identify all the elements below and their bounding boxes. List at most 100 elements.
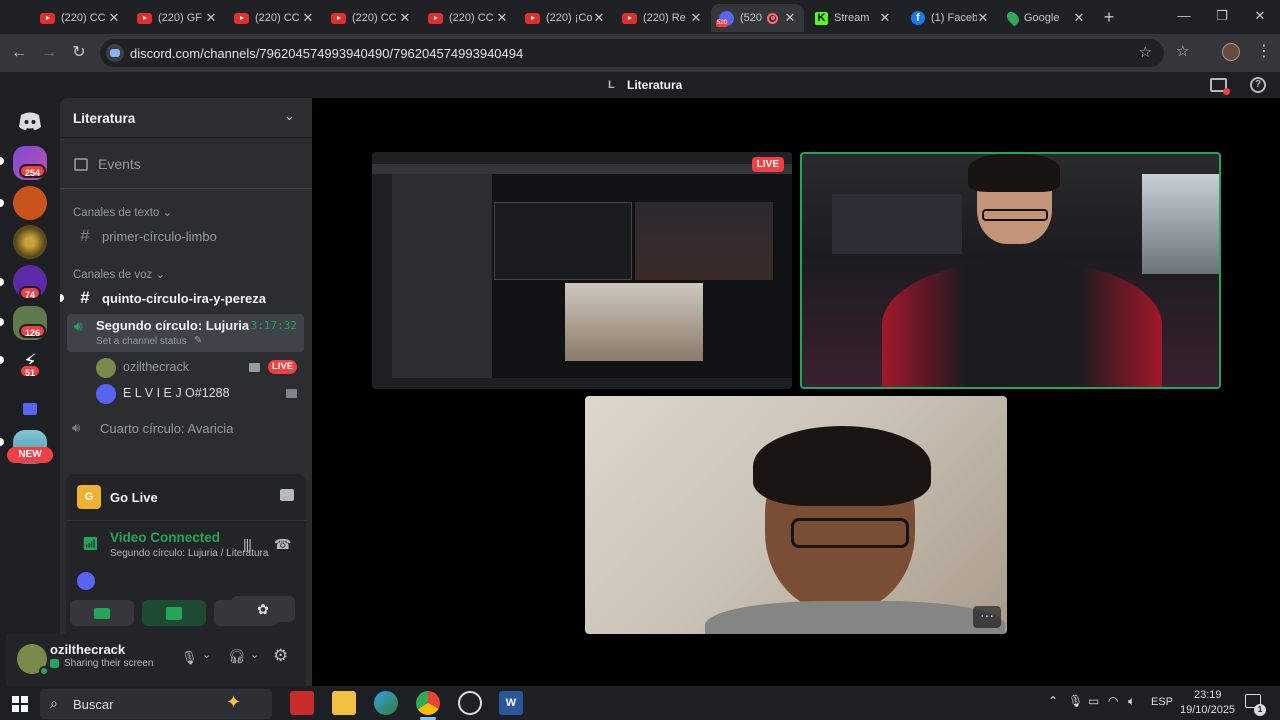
disconnect-icon[interactable]: ☎ [274, 536, 291, 553]
connection-signal-icon[interactable]: 📶︎ [82, 536, 99, 552]
browser-tab[interactable]: (220) CC ✕ [226, 4, 322, 32]
video-connected-label[interactable]: Video Connected [110, 530, 220, 545]
bookmark-star-icon[interactable]: ☆ [1139, 43, 1152, 61]
unread-pip [0, 318, 4, 326]
category-voice-channels[interactable]: Canales de voz ⌄ [73, 267, 165, 281]
language-indicator[interactable]: ESP [1151, 696, 1173, 708]
screen-share-tile[interactable]: LIVE [372, 152, 792, 389]
server-header[interactable]: Literatura ⌄ [60, 98, 312, 138]
close-tab-icon[interactable]: ✕ [399, 10, 411, 26]
close-tab-icon[interactable]: ✕ [496, 10, 508, 26]
close-tab-icon[interactable]: ✕ [784, 10, 796, 26]
camera-button[interactable] [70, 600, 134, 626]
channel-quinto-circulo[interactable]: # quinto-círculo-ira-y-pereza [68, 284, 304, 312]
browser-tab[interactable]: f (1) Faceb ✕ [903, 4, 997, 32]
username[interactable]: ozilthecrack [50, 642, 125, 657]
close-tab-icon[interactable]: ✕ [205, 10, 217, 26]
taskbar-search[interactable]: ⌕ Buscar ✦ [40, 689, 272, 719]
display-icon[interactable]: ▭ [1088, 694, 1099, 708]
new-tab-icon[interactable]: + [1098, 6, 1120, 28]
browser-tab[interactable]: (220) ¡Co ✕ [517, 4, 613, 32]
clock-time[interactable]: 23:19 [1194, 689, 1222, 701]
divider [60, 188, 312, 189]
close-tab-icon[interactable]: ✕ [1073, 10, 1085, 26]
live-badge[interactable]: LIVE [268, 360, 298, 374]
chevron-up-icon[interactable]: ⌃ [1048, 694, 1058, 708]
microphone-icon[interactable]: 🎙︎ [1068, 694, 1083, 708]
discord-home-icon[interactable] [13, 104, 47, 138]
new-badge[interactable]: NEW [7, 447, 53, 463]
word-icon[interactable]: W [499, 691, 523, 715]
obs-icon[interactable] [458, 691, 482, 715]
close-tab-icon[interactable]: ✕ [302, 10, 314, 26]
active-voice-channel[interactable]: 🔊︎ Segundo círculo: Lujuria 3:17:32 Set … [67, 314, 304, 352]
webcam-tile-ozilthecrack[interactable] [800, 152, 1221, 389]
soundboard-button[interactable]: ✿ [231, 596, 295, 622]
volume-icon[interactable]: 🔈︎ [1128, 694, 1135, 709]
avatar [96, 384, 116, 404]
chevron-down-icon[interactable]: ⌄ [202, 648, 211, 661]
noise-suppression-icon[interactable]: ||| [243, 536, 252, 552]
headphones-icon[interactable]: 🎧︎ [228, 648, 246, 665]
gear-icon[interactable]: ⚙ [273, 646, 288, 666]
windows-start-icon[interactable] [12, 696, 28, 712]
folder-icon[interactable] [13, 392, 47, 426]
close-tab-icon[interactable]: ✕ [977, 10, 989, 26]
more-options-icon[interactable]: ··· [973, 606, 1001, 628]
avatar[interactable] [17, 644, 49, 676]
stop-screen-share-button[interactable] [142, 600, 206, 626]
member-name: E L V I E J O#1288 [123, 386, 230, 400]
close-stream-icon[interactable] [280, 489, 294, 501]
channel-status-prompt[interactable]: Set a channel status [96, 336, 187, 347]
channel-cuarto-circulo[interactable]: 🔊︎ Cuarto círculo: Avaricia [68, 414, 304, 442]
browser-tab-active[interactable]: 520 (520 ✕ [711, 4, 804, 32]
browser-tab[interactable]: (220) Re ✕ [614, 4, 710, 32]
pencil-icon[interactable]: ✎ [194, 335, 202, 346]
go-live-label[interactable]: Go Live [110, 490, 158, 505]
reload-icon[interactable]: ↻ [68, 42, 90, 64]
edge-icon[interactable] [374, 691, 398, 715]
close-tab-icon[interactable]: ✕ [593, 10, 605, 26]
restore-icon[interactable]: ❐ [1202, 4, 1242, 28]
close-tab-icon[interactable]: ✕ [690, 10, 702, 26]
help-icon[interactable]: ? [1250, 77, 1266, 93]
close-tab-icon[interactable]: ✕ [108, 10, 120, 26]
category-text-channels[interactable]: Canales de texto ⌄ [73, 205, 172, 219]
browser-menu-icon[interactable]: ⋮ [1256, 41, 1272, 61]
file-explorer-icon[interactable] [332, 691, 356, 715]
youtube-icon [234, 12, 249, 24]
microphone-icon[interactable]: 🎙︎ [181, 650, 198, 666]
shared-webcam-tile [635, 202, 773, 280]
browser-tab[interactable]: (220) GF ✕ [129, 4, 225, 32]
minimize-icon[interactable]: — [1164, 4, 1204, 28]
browser-tab[interactable]: Google ✕ [1000, 4, 1093, 32]
back-icon[interactable]: ← [8, 42, 30, 64]
chrome-icon[interactable] [416, 691, 440, 715]
browser-tab[interactable]: (220) CC ✕ [32, 4, 128, 32]
address-bar[interactable]: discord.com/channels/796204574993940490/… [100, 39, 1164, 67]
browser-tab[interactable]: K Stream ✕ [807, 4, 899, 32]
profile-avatar[interactable] [1222, 43, 1240, 61]
channel-primer-circulo-limbo[interactable]: # primer-círculo-limbo [68, 222, 304, 250]
voice-member[interactable]: ozilthecrack LIVE [96, 356, 304, 380]
close-window-icon[interactable]: ✕ [1240, 4, 1280, 28]
wifi-icon[interactable]: ◠ [1108, 694, 1118, 708]
events-link[interactable]: Events [68, 150, 304, 178]
server-icon[interactable] [13, 186, 47, 220]
webcam-tile-el-viejo[interactable]: ··· [585, 396, 1007, 634]
inbox-icon[interactable] [1210, 78, 1230, 95]
browser-tab[interactable]: (220) CC ✕ [323, 4, 419, 32]
bookmarks-icon[interactable]: ☆ [1176, 42, 1189, 60]
server-icon[interactable] [13, 225, 47, 259]
close-tab-icon[interactable]: ✕ [879, 10, 891, 26]
site-info-icon[interactable] [106, 44, 124, 62]
voice-member[interactable]: E L V I E J O#1288 [96, 382, 304, 406]
chevron-down-icon[interactable]: ⌄ [250, 648, 259, 661]
clock-date[interactable]: 19/10/2025 [1180, 704, 1235, 716]
tab-label: Stream [834, 12, 870, 24]
browser-tab[interactable]: (220) CC ✕ [420, 4, 516, 32]
youtube-icon [428, 12, 443, 24]
forward-icon[interactable]: → [38, 42, 60, 64]
app-icon[interactable] [290, 691, 314, 715]
screen-share-icon [166, 606, 182, 620]
